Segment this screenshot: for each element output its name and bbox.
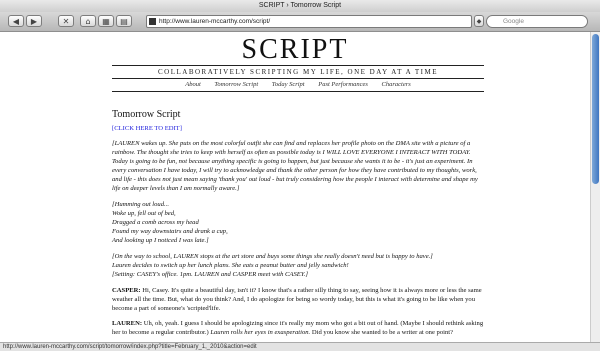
status-bar: http://www.lauren-mccarthy.com/script/to… bbox=[0, 342, 600, 351]
stage-direction: [LAUREN wakes up. She puts on the most c… bbox=[112, 140, 478, 192]
lyric-line: Woke up, fell out of bed, bbox=[112, 210, 176, 217]
inline-stage-direction: Lauren rolls her eyes in exasperation. bbox=[210, 329, 311, 336]
home-icon[interactable]: ⌂ bbox=[80, 15, 96, 27]
divider bbox=[112, 78, 484, 79]
nav-tomorrow-script[interactable]: Tomorrow Script bbox=[214, 81, 258, 88]
back-button[interactable]: ◀ bbox=[8, 15, 24, 27]
nav-today-script[interactable]: Today Script bbox=[272, 81, 305, 88]
scrollbar-thumb[interactable] bbox=[592, 34, 599, 184]
vertical-scrollbar[interactable] bbox=[590, 32, 600, 342]
favicon-icon bbox=[149, 18, 156, 25]
lyric-line: Dragged a comb across my head bbox=[112, 219, 199, 226]
nav-about[interactable]: About bbox=[185, 81, 201, 88]
stage-line: [Setting: CASEY's office. 1pm. LAUREN an… bbox=[112, 271, 309, 278]
divider bbox=[112, 65, 484, 66]
lyric-line: And looking up I noticed I was late.] bbox=[112, 237, 209, 244]
dialogue-lauren: LAUREN: Uh, oh, yeah. I guess I should b… bbox=[112, 319, 484, 337]
stage-line: [On the way to school, LAUREN stops at t… bbox=[112, 253, 433, 260]
print-icon[interactable]: ▤ bbox=[116, 15, 132, 27]
dialogue-text: Hi, Casey. It's quite a beautiful day, i… bbox=[112, 287, 482, 312]
dialogue-text: Did you know she wanted to be a writer a… bbox=[310, 329, 454, 336]
url-text: http://www.lauren-mccarthy.com/script/ bbox=[159, 18, 271, 25]
page-content: SCRIPT COLLABORATIVELY SCRIPTING MY LIFE… bbox=[0, 32, 590, 342]
lyric-line: [Humming out loud... bbox=[112, 201, 169, 208]
search-field[interactable]: Google bbox=[486, 15, 588, 28]
post: Tomorrow Script [CLICK HERE TO EDIT] [LA… bbox=[112, 110, 484, 342]
search-placeholder: Google bbox=[503, 18, 524, 25]
speaker-name: CASPER: bbox=[112, 287, 141, 294]
stage-line: Lauren decides to switch up her lunch pl… bbox=[112, 262, 349, 269]
status-text: http://www.lauren-mccarthy.com/script/to… bbox=[3, 344, 257, 350]
browser-toolbar: ◀ ▶ ✕ ⌂ ▦ ▤ http://www.lauren-mccarthy.c… bbox=[0, 12, 600, 32]
nav-past-performances[interactable]: Past Performances bbox=[318, 81, 368, 88]
window-title: SCRIPT › Tomorrow Script bbox=[258, 2, 342, 9]
nav-characters[interactable]: Characters bbox=[382, 81, 411, 88]
rss-icon[interactable]: ◆ bbox=[474, 15, 484, 27]
site-nav: About Tomorrow Script Today Script Past … bbox=[112, 81, 484, 88]
stop-button[interactable]: ✕ bbox=[58, 15, 74, 27]
lyric-line: Found my way downstairs and drank a cup, bbox=[112, 228, 228, 235]
site-tagline: COLLABORATIVELY SCRIPTING MY LIFE, ONE D… bbox=[158, 68, 438, 76]
divider bbox=[112, 91, 484, 92]
grid-icon[interactable]: ▦ bbox=[98, 15, 114, 27]
dialogue-casper: CASPER: Hi, Casey. It's quite a beautifu… bbox=[112, 286, 484, 313]
address-bar[interactable]: http://www.lauren-mccarthy.com/script/ bbox=[146, 15, 472, 28]
post-title: Tomorrow Script bbox=[112, 109, 181, 120]
song-lyrics: [Humming out loud... Woke up, fell out o… bbox=[112, 200, 484, 245]
forward-button[interactable]: ▶ bbox=[26, 15, 42, 27]
stage-direction-block: [On the way to school, LAUREN stops at t… bbox=[112, 252, 484, 279]
speaker-name: LAUREN: bbox=[112, 320, 143, 327]
edit-link[interactable]: [CLICK HERE TO EDIT] bbox=[112, 124, 484, 133]
site-title[interactable]: SCRIPT bbox=[0, 34, 590, 66]
